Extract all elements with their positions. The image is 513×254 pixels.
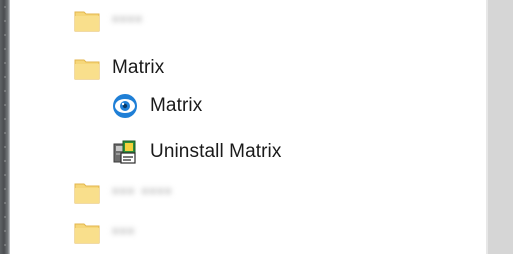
folder-label-blurred: ▪▪▪▪	[112, 9, 143, 30]
matrix-app-icon	[108, 89, 142, 123]
folder-label: Matrix	[112, 57, 165, 78]
folder-icon	[70, 175, 104, 209]
folder-icon	[70, 51, 104, 85]
folder-icon	[70, 215, 104, 249]
list-item-app-matrix[interactable]: Matrix	[108, 86, 202, 126]
scrollbar-track[interactable]	[488, 0, 513, 254]
list-item-app-uninstall-matrix[interactable]: Uninstall Matrix	[108, 132, 281, 172]
app-label: Matrix	[150, 95, 203, 116]
folder-icon	[70, 3, 104, 37]
app-list: ▪▪▪▪ Matrix Matrix Uninstall Matrix ▪▪▪ …	[0, 0, 486, 254]
list-item-folder-blurred-3[interactable]: ▪▪▪	[70, 212, 135, 252]
start-menu-list-view: ▪▪▪▪ Matrix Matrix Uninstall Matrix ▪▪▪ …	[0, 0, 513, 254]
list-item-folder-blurred-2[interactable]: ▪▪▪ ▪▪▪▪	[70, 172, 172, 212]
folder-label-blurred: ▪▪▪ ▪▪▪▪	[112, 181, 173, 202]
folder-label-blurred: ▪▪▪	[112, 221, 136, 242]
list-item-folder-matrix[interactable]: Matrix	[70, 48, 164, 88]
app-label: Uninstall Matrix	[150, 141, 282, 162]
list-item-folder-blurred-1[interactable]: ▪▪▪▪	[70, 0, 143, 40]
uninstall-icon	[108, 135, 142, 169]
